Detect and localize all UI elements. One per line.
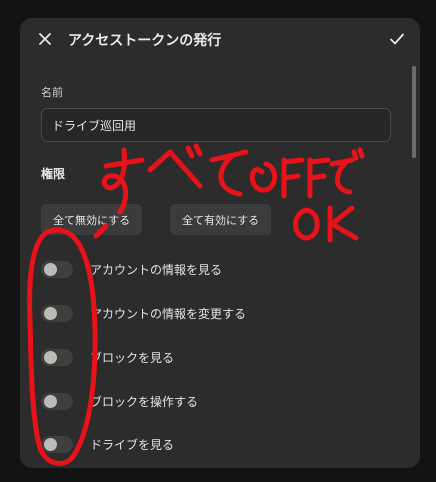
- permission-toggle[interactable]: [41, 392, 73, 410]
- permission-row: ブロックを操作する: [41, 389, 198, 413]
- permission-label: アカウントの情報を見る: [90, 262, 223, 277]
- permission-row: アカウントの情報を変更する: [41, 301, 246, 325]
- permission-toggle[interactable]: [41, 348, 73, 366]
- permission-label: ブロックを操作する: [90, 394, 199, 409]
- permission-row: アカウントの情報を見る: [41, 257, 222, 281]
- permission-label: アカウントの情報を変更する: [90, 306, 247, 321]
- confirm-button[interactable]: [386, 28, 408, 50]
- permission-row: ブロックを見る: [41, 345, 174, 369]
- checkmark-icon: [390, 33, 404, 45]
- permissions-label: 権限: [41, 167, 66, 181]
- dialog-header: アクセストークンの発行: [20, 18, 420, 64]
- enable-all-button[interactable]: 全て有効にする: [170, 204, 272, 235]
- toggle-knob: [44, 394, 57, 408]
- permission-toggle[interactable]: [41, 304, 73, 322]
- toggle-knob: [44, 437, 57, 451]
- disable-all-button[interactable]: 全て無効にする: [41, 204, 143, 235]
- dialog-title: アクセストークンの発行: [68, 33, 222, 49]
- permission-toggle[interactable]: [41, 435, 73, 453]
- name-input[interactable]: [41, 108, 391, 142]
- permission-row: ドライブを見る: [41, 432, 174, 456]
- permission-label: ブロックを見る: [90, 350, 175, 365]
- permission-label: ドライブを見る: [90, 437, 175, 452]
- toggle-knob: [44, 350, 57, 364]
- permission-toggle[interactable]: [41, 260, 73, 278]
- toggle-knob: [44, 306, 57, 320]
- close-icon: [39, 33, 51, 45]
- access-token-dialog: アクセストークンの発行 名前 権限 全て無効にする 全て有効にする アカウントの…: [20, 18, 420, 468]
- name-label: 名前: [41, 86, 63, 99]
- close-button[interactable]: [34, 28, 56, 50]
- scrollbar[interactable]: [412, 66, 416, 158]
- toggle-knob: [44, 262, 57, 276]
- screen: アクセストークンの発行 名前 権限 全て無効にする 全て有効にする アカウントの…: [0, 0, 436, 482]
